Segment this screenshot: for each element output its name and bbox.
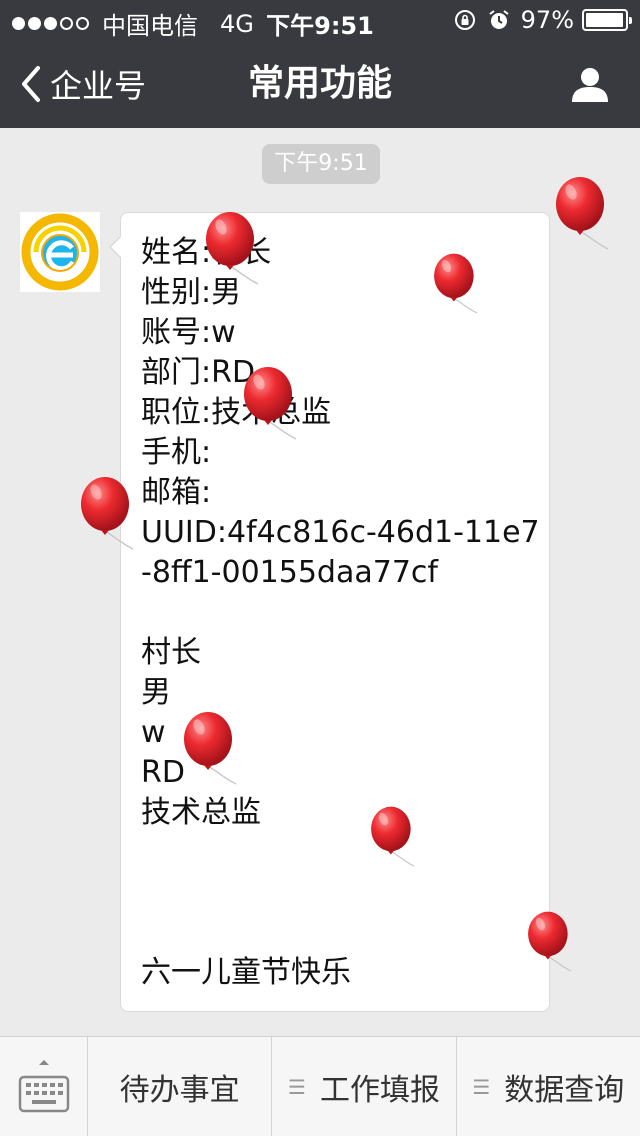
menu-item-data-query[interactable]: ☰ 数据查询 bbox=[457, 1037, 640, 1136]
message-line: 技术总监 bbox=[141, 795, 261, 830]
message-line bbox=[141, 593, 529, 633]
status-right: 97% bbox=[453, 6, 632, 34]
balloon-icon bbox=[555, 176, 609, 250]
message-line: 男 bbox=[141, 675, 171, 710]
message-line bbox=[141, 913, 529, 953]
bottom-menu-bar: 待办事宜 ☰ 工作填报 ☰ 数据查询 bbox=[0, 1036, 640, 1136]
message-text: 姓名:村长性别:男账号:w 部门:RD 职位:技术总监 手机: 邮箱: UUID:4f4c… bbox=[141, 233, 540, 993]
back-label: 企业号 bbox=[50, 67, 147, 105]
status-bar: 中国电信 4G 下午9:51 97% bbox=[0, 0, 640, 40]
menu-item-todo[interactable]: 待办事宜 bbox=[88, 1037, 273, 1136]
submenu-icon: ☰ bbox=[288, 1075, 306, 1099]
battery-percent: 97% bbox=[520, 6, 574, 34]
message-line: 性别:男 bbox=[141, 275, 242, 310]
message-line: 村长 bbox=[141, 635, 201, 670]
menu-item-label: 数据查询 bbox=[504, 1073, 625, 1108]
menu-item-work-report[interactable]: ☰ 工作填报 bbox=[272, 1037, 457, 1136]
avatar[interactable] bbox=[20, 212, 100, 292]
alarm-icon bbox=[489, 10, 509, 29]
battery-icon bbox=[582, 9, 632, 31]
message-line: -8ff1-00155daa77cf bbox=[141, 555, 438, 590]
message-line: 手机: bbox=[141, 435, 212, 470]
menu-item-label: 待办事宜 bbox=[119, 1073, 240, 1108]
keyboard-icon bbox=[18, 1060, 70, 1113]
message-line: 职位:技术总监 bbox=[141, 395, 332, 430]
nav-bar: 企业号 常用功能 bbox=[0, 40, 640, 128]
menu-item-label: 工作填报 bbox=[319, 1073, 440, 1108]
message-line: w bbox=[141, 715, 166, 750]
message-bubble[interactable]: 姓名:村长性别:男账号:w 部门:RD 职位:技术总监 手机: 邮箱: UUID:4f4c… bbox=[109, 212, 550, 1012]
message-timestamp: 下午9:51 bbox=[262, 144, 380, 184]
message-line: 邮箱: bbox=[141, 475, 212, 510]
message-line bbox=[141, 873, 529, 913]
message-line: 账号:w bbox=[141, 315, 236, 350]
message-line: 姓名:村长 bbox=[141, 235, 272, 270]
back-button[interactable]: 企业号 bbox=[18, 62, 146, 106]
message-line: 六一儿童节快乐 bbox=[141, 955, 351, 990]
message-line bbox=[141, 833, 529, 873]
person-icon[interactable] bbox=[570, 64, 610, 104]
message-line: 部门:RD bbox=[141, 355, 256, 390]
chevron-left-icon bbox=[22, 66, 40, 102]
message-line: UUID:4f4c816c-46d1-11e7 bbox=[141, 515, 540, 550]
rotation-lock-icon bbox=[454, 10, 475, 30]
company-logo-icon bbox=[20, 212, 100, 292]
message-line: RD bbox=[141, 755, 185, 790]
submenu-icon: ☰ bbox=[472, 1075, 491, 1099]
keyboard-toggle-button[interactable] bbox=[0, 1037, 88, 1136]
